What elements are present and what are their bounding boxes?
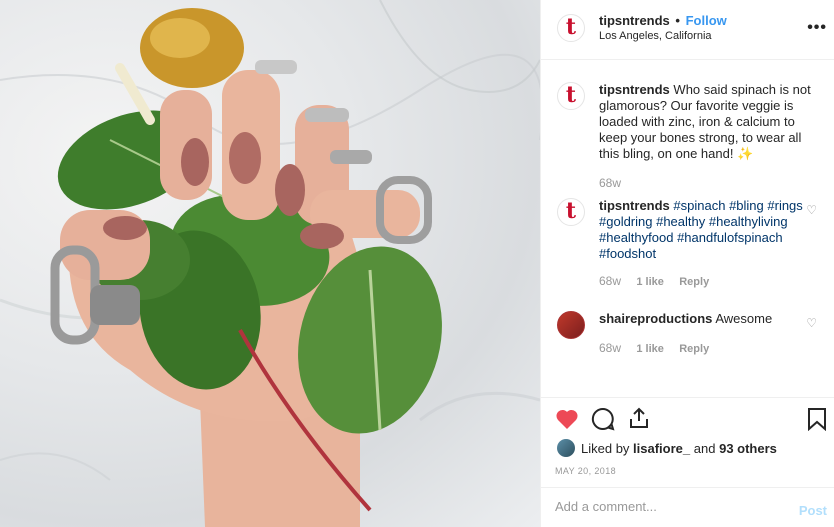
comment-like-heart-icon[interactable]: ♡ bbox=[806, 203, 817, 217]
header-user-line: tipsntrends • Follow bbox=[599, 13, 727, 28]
comment-username[interactable]: tipsntrends bbox=[599, 82, 670, 97]
comment-avatar[interactable]: t bbox=[557, 198, 585, 226]
more-options-icon[interactable]: ••• bbox=[807, 19, 827, 37]
comment-meta: 68w 1 like Reply bbox=[599, 341, 709, 355]
heart-icon[interactable] bbox=[555, 408, 579, 430]
comments-section: t tipsntrends Who said spinach is not gl… bbox=[541, 60, 834, 397]
comment-likes[interactable]: 1 like bbox=[636, 343, 664, 355]
liker-avatar[interactable] bbox=[557, 439, 575, 457]
brand-logo-icon: t bbox=[565, 14, 577, 40]
avatar[interactable]: t bbox=[557, 14, 585, 42]
likes-prefix: Liked by bbox=[581, 441, 630, 456]
brand-logo-icon: t bbox=[565, 82, 577, 108]
comment-time[interactable]: 68w bbox=[599, 176, 621, 190]
caption-meta: 68w bbox=[599, 176, 621, 190]
comment-input[interactable] bbox=[555, 499, 775, 514]
spinach-hand-photo bbox=[0, 0, 540, 527]
likes-middle: and bbox=[693, 441, 716, 456]
brand-logo-icon: t bbox=[565, 198, 577, 224]
comment: tipsntrends #spinach #bling #rings #gold… bbox=[599, 198, 821, 262]
likes-others[interactable]: 93 others bbox=[719, 441, 777, 456]
comment-time[interactable]: 68w bbox=[599, 341, 621, 355]
comment-like-heart-icon[interactable]: ♡ bbox=[806, 316, 817, 330]
liker-username[interactable]: lisafiore_ bbox=[633, 441, 690, 456]
bookmark-icon[interactable] bbox=[807, 407, 827, 431]
header-username[interactable]: tipsntrends bbox=[599, 13, 670, 28]
reply-button[interactable]: Reply bbox=[679, 276, 709, 288]
comment-meta: 68w 1 like Reply bbox=[599, 274, 709, 288]
add-comment-bar: Post bbox=[541, 487, 834, 527]
post-date[interactable]: MAY 20, 2018 bbox=[555, 466, 616, 476]
share-icon[interactable] bbox=[627, 406, 651, 430]
action-bar: Liked by lisafiore_ and 93 others MAY 20… bbox=[541, 397, 834, 487]
likes-summary: Liked by lisafiore_ and 93 others bbox=[581, 441, 777, 456]
comment-likes[interactable]: 1 like bbox=[636, 276, 664, 288]
comment-avatar[interactable] bbox=[557, 311, 585, 339]
comment-username[interactable]: shaireproductions bbox=[599, 311, 712, 326]
caption-text: tipsntrends Who said spinach is not glam… bbox=[599, 82, 821, 162]
separator-dot: • bbox=[675, 13, 680, 28]
post-header: t tipsntrends • Follow Los Angeles, Cali… bbox=[541, 0, 834, 60]
location-link[interactable]: Los Angeles, California bbox=[599, 30, 712, 42]
comment-icon[interactable] bbox=[591, 407, 615, 431]
caption-avatar[interactable]: t bbox=[557, 82, 585, 110]
post-comment-button[interactable]: Post bbox=[799, 503, 827, 518]
comment-time[interactable]: 68w bbox=[599, 274, 621, 288]
post-panel: t tipsntrends • Follow Los Angeles, Cali… bbox=[540, 0, 834, 527]
reply-button[interactable]: Reply bbox=[679, 343, 709, 355]
follow-button[interactable]: Follow bbox=[686, 13, 727, 28]
comment-username[interactable]: tipsntrends bbox=[599, 198, 670, 213]
post-image[interactable] bbox=[0, 0, 540, 527]
comment: shaireproductions Awesome bbox=[599, 311, 821, 327]
comment-body: Awesome bbox=[715, 311, 773, 326]
